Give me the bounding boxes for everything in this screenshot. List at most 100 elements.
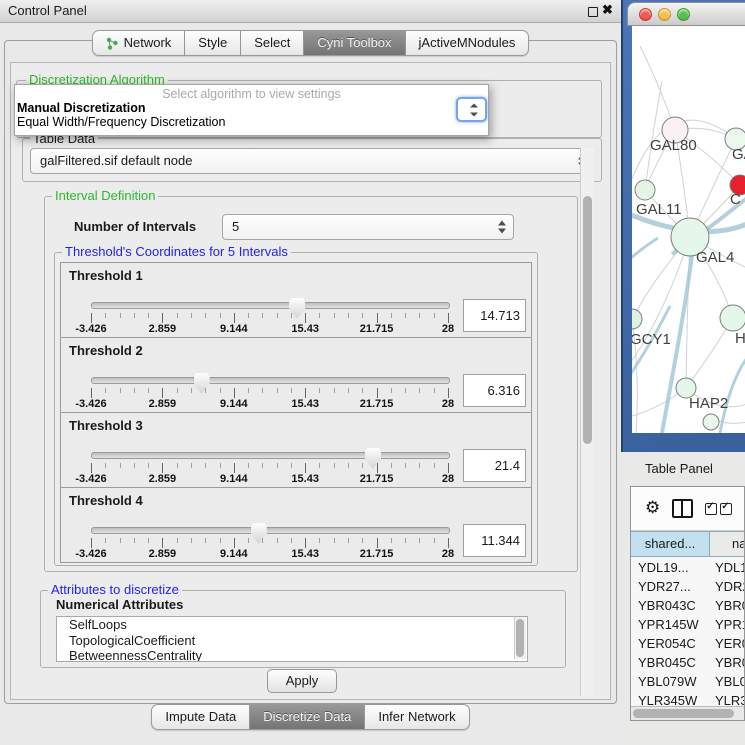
network-canvas[interactable]: GAL80GACGAL11GAL4GCY1HHAP2: [632, 26, 745, 433]
threshold-3-slider[interactable]: -3.4262.8599.14415.4321.71528: [91, 413, 448, 487]
table-row[interactable]: YBL079WYBL0: [631, 672, 745, 691]
scale-tick-label: 9.144: [220, 548, 248, 560]
scrollbar-thumb[interactable]: [633, 709, 734, 718]
tab-discretize-data[interactable]: Discretize Data: [250, 704, 365, 730]
tab-style[interactable]: Style: [185, 30, 241, 56]
attributes-group-label: Attributes to discretize: [48, 583, 182, 597]
tab-network[interactable]: Network: [92, 30, 186, 56]
threshold-value-input[interactable]: 14.713: [463, 299, 526, 332]
scale-tick-label: 9.144: [220, 323, 248, 335]
table-row[interactable]: YDL19...YDL1: [631, 558, 745, 577]
table-rows: YDL19...YDL1YDR27...YDR2YBR043CYBR0YPR14…: [631, 558, 745, 721]
interval-definition-label: Interval Definition: [52, 189, 158, 203]
panel-title: Control Panel: [8, 3, 87, 18]
checkbox-icon[interactable]: [705, 503, 717, 515]
scale-tick-label: 28: [442, 398, 454, 410]
tab-select[interactable]: Select: [241, 30, 304, 56]
scale-tick-label: 15.43: [291, 323, 319, 335]
algorithm-dropdown-popup: Select algorithm to view settings Manual…: [14, 84, 489, 136]
tab-impute-data[interactable]: Impute Data: [151, 704, 250, 730]
tab-label: Discretize Data: [263, 705, 351, 729]
tab-infer-network[interactable]: Infer Network: [365, 704, 469, 730]
scale-tick-label: 28: [442, 473, 454, 485]
column-header-name[interactable]: na: [710, 531, 745, 557]
tab-cyni-toolbox[interactable]: Cyni Toolbox: [304, 30, 405, 56]
attribute-item[interactable]: BetweennessCentrality: [57, 648, 527, 662]
scale-tick-label: 2.859: [149, 398, 177, 410]
close-icon[interactable]: ✖: [602, 2, 613, 18]
algorithm-combobox-end[interactable]: [456, 97, 487, 122]
scale-tick-label: 21.715: [360, 323, 394, 335]
number-of-intervals-combobox[interactable]: 5: [222, 214, 514, 240]
table-row[interactable]: YDR27...YDR2: [631, 577, 745, 596]
checkbox-icon[interactable]: [720, 503, 732, 515]
split-columns-icon[interactable]: [672, 499, 693, 518]
node-partial[interactable]: [703, 414, 719, 430]
list-scrollbar[interactable]: [514, 617, 526, 659]
node-gal11[interactable]: [635, 180, 655, 200]
dropdown-option-manual[interactable]: Manual Discretization: [15, 102, 488, 116]
scale-tick-label: 9.144: [220, 398, 248, 410]
scrollbar-thumb[interactable]: [516, 619, 524, 657]
threshold-2-panel: Threshold 2 -3.4262.8599.14415.4321.7152…: [60, 337, 532, 413]
zoom-traffic-light[interactable]: [677, 8, 690, 21]
node-gcy1[interactable]: [632, 309, 642, 329]
slider-track[interactable]: [91, 302, 450, 309]
threshold-value-input[interactable]: 6.316: [463, 374, 526, 407]
slider-scale: -3.4262.8599.14415.4321.71528: [91, 323, 448, 335]
gear-icon[interactable]: ⚙: [645, 500, 660, 517]
table-data-combobox[interactable]: galFiltered.sif default node: [30, 148, 594, 174]
number-of-intervals-label: Number of Intervals: [74, 219, 196, 234]
scale-tick-label: 15.43: [291, 398, 319, 410]
svg-text:C: C: [730, 191, 741, 208]
table-row[interactable]: YER054CYER0: [631, 634, 745, 653]
scale-tick-label: 2.859: [149, 548, 177, 560]
slider-track[interactable]: [91, 377, 450, 384]
scrollbar-thumb[interactable]: [583, 196, 592, 444]
cyni-bottom-tabs: Impute Data Discretize Data Infer Networ…: [0, 704, 621, 730]
threshold-1-slider[interactable]: -3.4262.8599.14415.4321.71528: [91, 263, 448, 337]
svg-text:H: H: [735, 330, 745, 347]
tab-label: jActiveMNodules: [419, 31, 516, 55]
table-row[interactable]: YBR045CYBR0: [631, 653, 745, 672]
threshold-2-slider[interactable]: -3.4262.8599.14415.4321.71528: [91, 338, 448, 412]
right-column: GAL80GACGAL11GAL4GCY1HHAP2 Table Panel ⚙…: [621, 0, 745, 745]
dropdown-option-equal-width[interactable]: Equal Width/Frequency Discretization: [15, 116, 488, 130]
network-window-titlebar[interactable]: [627, 2, 745, 26]
scale-tick-label: 15.43: [291, 473, 319, 485]
numerical-attributes-list[interactable]: SelfLoopsTopologicalCoefficientBetweenne…: [56, 616, 528, 662]
tab-label: Infer Network: [378, 705, 455, 729]
table-row[interactable]: YBR043CYBR0: [631, 596, 745, 615]
slider-track[interactable]: [91, 452, 450, 459]
table-data-value: galFiltered.sif default node: [40, 149, 192, 172]
slider-scale: -3.4262.8599.14415.4321.71528: [91, 548, 448, 560]
threshold-3-panel: Threshold 3 -3.4262.8599.14415.4321.7152…: [60, 412, 532, 488]
float-panel-icon[interactable]: [588, 7, 598, 17]
combo-arrows-icon: [498, 221, 506, 234]
threshold-value-input[interactable]: 21.4: [463, 449, 526, 482]
apply-button[interactable]: Apply: [267, 669, 337, 693]
tab-label: Select: [254, 31, 290, 55]
threshold-4-panel: Threshold 4 -3.4262.8599.14415.4321.7152…: [60, 487, 532, 563]
table-panel-title: Table Panel: [645, 461, 713, 476]
node-h[interactable]: [720, 305, 745, 331]
dropdown-prompt-item[interactable]: Select algorithm to view settings: [15, 87, 488, 102]
close-traffic-light[interactable]: [639, 8, 652, 21]
panel-scrollbar[interactable]: [580, 148, 594, 696]
attribute-item[interactable]: TopologicalCoefficient: [57, 633, 527, 649]
scale-tick-label: -3.426: [75, 473, 106, 485]
slider-scale: -3.4262.8599.14415.4321.71528: [91, 473, 448, 485]
column-header-shared-name[interactable]: shared...: [631, 531, 710, 557]
table-horizontal-scrollbar[interactable]: [631, 706, 744, 720]
tab-jactivemnodules[interactable]: jActiveMNodules: [406, 30, 530, 56]
minimize-traffic-light[interactable]: [658, 8, 671, 21]
thresholds-group-label: Threshold's Coordinates for 5 Intervals: [62, 245, 291, 259]
numerical-attributes-label: Numerical Attributes: [56, 597, 183, 612]
table-row[interactable]: YPR145WYPR1: [631, 615, 745, 634]
combo-arrows-icon: [470, 103, 478, 116]
scale-tick-label: 2.859: [149, 323, 177, 335]
slider-track[interactable]: [91, 527, 450, 534]
threshold-value-input[interactable]: 11.344: [463, 524, 526, 557]
attribute-item[interactable]: SelfLoops: [57, 617, 527, 633]
threshold-4-slider[interactable]: -3.4262.8599.14415.4321.71528: [91, 488, 448, 562]
